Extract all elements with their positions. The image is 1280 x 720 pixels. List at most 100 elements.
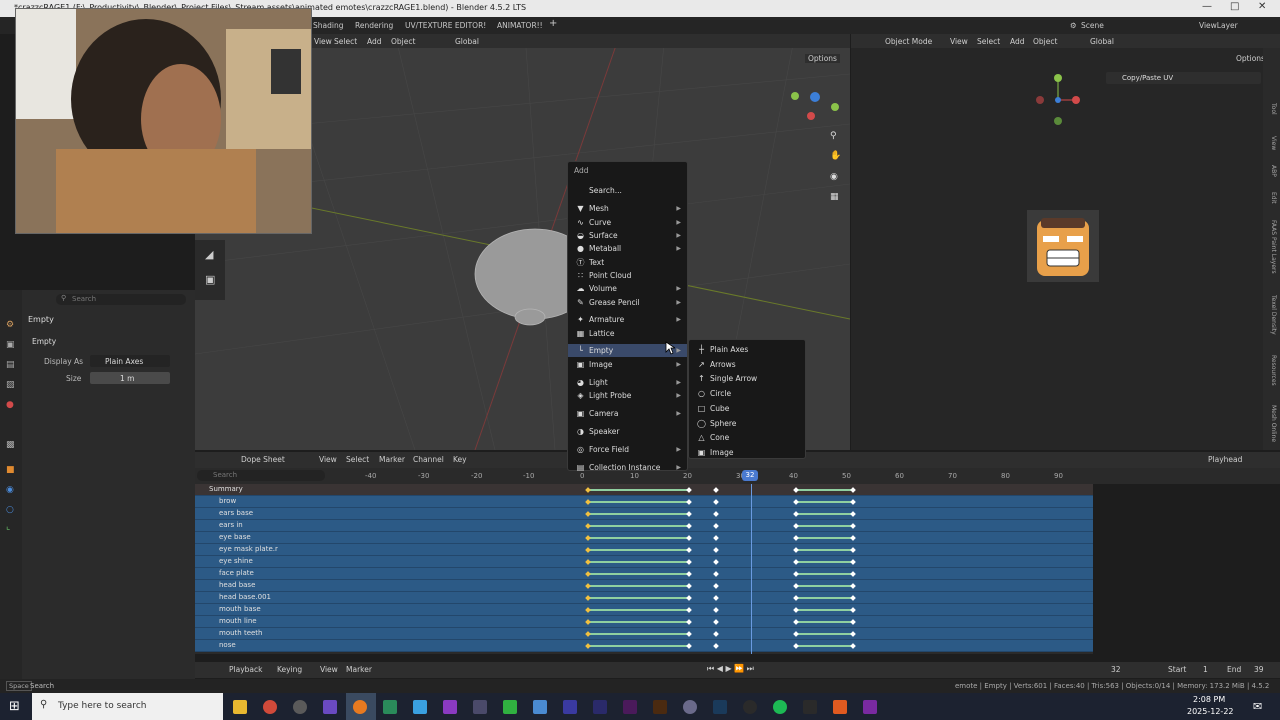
tab-animator[interactable]: ANIMATOR!! <box>497 21 543 30</box>
keyframe[interactable] <box>686 535 692 541</box>
channel-row[interactable]: brow <box>195 496 328 508</box>
keyframe[interactable] <box>686 631 692 637</box>
viewport-object-menu[interactable]: Object <box>391 37 415 46</box>
add-menu-item-curve[interactable]: ∿ Curve ▶ <box>568 216 687 229</box>
track-row[interactable] <box>328 508 1093 520</box>
keyframe[interactable] <box>713 559 719 565</box>
tab-shading[interactable]: Shading <box>313 21 343 30</box>
minimize-icon[interactable]: — <box>1202 1 1212 12</box>
track-row[interactable] <box>328 496 1093 508</box>
windows-start-icon[interactable]: ⊞ <box>9 699 20 714</box>
empty-submenu-item-single-arrow[interactable]: ↑ Single Arrow <box>689 372 805 385</box>
keyframe[interactable] <box>850 523 856 529</box>
empty-submenu-item-arrows[interactable]: ↗ Arrows <box>689 358 805 371</box>
scene-name[interactable]: Scene <box>1081 21 1104 30</box>
maximize-icon[interactable]: □ <box>1230 1 1239 12</box>
keyframe[interactable] <box>713 523 719 529</box>
side-tab-view[interactable]: View <box>1265 136 1277 150</box>
channel-row[interactable]: mouth base <box>195 604 328 616</box>
keyframe[interactable] <box>850 499 856 505</box>
keyframe[interactable] <box>686 583 692 589</box>
keyframe[interactable] <box>686 499 692 505</box>
empty-section-header[interactable]: Empty <box>32 337 56 346</box>
channel-summary[interactable]: Summary <box>195 484 328 496</box>
app-icon[interactable] <box>833 700 847 714</box>
app-icon[interactable] <box>323 700 337 714</box>
size-field[interactable]: 1 m <box>90 372 170 384</box>
keyframe[interactable] <box>850 631 856 637</box>
dope-view-menu[interactable]: View <box>319 455 337 464</box>
track-row[interactable] <box>328 580 1093 592</box>
tab-uv-texture-editor[interactable]: UV/TEXTURE EDITOR! <box>405 21 486 30</box>
empty-submenu-item-image[interactable]: ▣ Image <box>689 446 805 459</box>
add-menu-item-light-probe[interactable]: ◈ Light Probe ▶ <box>568 389 687 402</box>
channel-row[interactable]: mouth line <box>195 616 328 628</box>
keyframe[interactable] <box>850 487 856 493</box>
timeline-marker-menu[interactable]: Marker <box>346 665 372 674</box>
keyframe[interactable] <box>686 487 692 493</box>
empty-submenu-item-cube[interactable]: □ Cube <box>689 402 805 415</box>
keyframe[interactable] <box>686 571 692 577</box>
object-mode-dropdown[interactable]: Object Mode <box>885 37 932 46</box>
measure-tool-icon[interactable]: ◢ <box>205 248 213 261</box>
app-icon[interactable] <box>563 700 577 714</box>
properties-search-input[interactable]: ⚲ Search <box>56 294 186 305</box>
keyframe[interactable] <box>713 499 719 505</box>
channel-row[interactable]: nose <box>195 640 328 652</box>
keyframe[interactable] <box>850 595 856 601</box>
side-tab-tool[interactable]: Tool <box>1265 103 1277 115</box>
dope-marker-menu[interactable]: Marker <box>379 455 405 464</box>
keying-menu[interactable]: Keying <box>277 665 302 674</box>
keyframe[interactable] <box>713 607 719 613</box>
empty-submenu-item-cone[interactable]: △ Cone <box>689 431 805 444</box>
keyframe[interactable] <box>713 535 719 541</box>
add-menu-item-point-cloud[interactable]: ∷ Point Cloud <box>568 269 687 282</box>
track-row[interactable] <box>328 568 1093 580</box>
app-icon[interactable] <box>863 700 877 714</box>
channel-row[interactable]: ears in <box>195 520 328 532</box>
add-menu-item-force-field[interactable]: ◎ Force Field ▶ <box>568 443 687 456</box>
timeline-view-menu[interactable]: View <box>320 665 338 674</box>
physics-icon[interactable]: ◉ <box>6 485 14 495</box>
viewport-orientation[interactable]: Global <box>455 37 479 46</box>
uv-select-menu[interactable]: Select <box>977 37 1000 46</box>
obs-icon[interactable] <box>743 700 757 714</box>
copy-paste-uv-panel[interactable]: Copy/Paste UV <box>1106 72 1261 84</box>
playhead-line[interactable] <box>751 484 752 654</box>
channel-row[interactable]: head base.001 <box>195 592 328 604</box>
playback-menu[interactable]: Playback <box>229 665 262 674</box>
illustrator-icon[interactable] <box>653 700 667 714</box>
add-menu-item-text[interactable]: Ⓣ Text <box>568 256 687 269</box>
add-menu-item-mesh[interactable]: ▼ Mesh ▶ <box>568 202 687 215</box>
display-as-dropdown[interactable]: Plain Axes <box>90 355 170 367</box>
taskbar-search-input[interactable]: ⚲ Type here to search <box>32 693 223 720</box>
steam-icon[interactable] <box>713 700 727 714</box>
add-menu-item-surface[interactable]: ◒ Surface ▶ <box>568 229 687 242</box>
add-menu-item-collection-instance[interactable]: ▤ Collection Instance ▶ <box>568 461 687 474</box>
current-frame-indicator[interactable]: 32 <box>742 470 758 481</box>
add-menu-item-light[interactable]: ◕ Light ▶ <box>568 376 687 389</box>
pan-hand-icon[interactable]: ✋ <box>830 151 841 161</box>
channel-row[interactable]: eye base <box>195 532 328 544</box>
timeline-current-frame[interactable]: 32 <box>1111 665 1121 674</box>
keyframe[interactable] <box>850 547 856 553</box>
side-tab-texel-density[interactable]: Texel Density <box>1265 295 1277 335</box>
end-frame[interactable]: 39 <box>1254 665 1264 674</box>
view-layer-icon[interactable]: ▨ <box>6 380 15 390</box>
track-row[interactable] <box>328 484 1093 496</box>
keyframe[interactable] <box>713 547 719 553</box>
empty-submenu-item-sphere[interactable]: ◯ Sphere <box>689 417 805 430</box>
clock-date[interactable]: 2025-12-22 <box>1187 707 1234 716</box>
track-row[interactable] <box>328 544 1093 556</box>
track-row[interactable] <box>328 604 1093 616</box>
grid-view-icon[interactable]: ▦ <box>830 192 839 202</box>
dope-key-menu[interactable]: Key <box>453 455 467 464</box>
viewport-add-menu[interactable]: Add <box>367 37 382 46</box>
track-row[interactable] <box>328 532 1093 544</box>
empty-submenu-item-circle[interactable]: ○ Circle <box>689 387 805 400</box>
keyframe[interactable] <box>850 643 856 649</box>
keyframe[interactable] <box>686 523 692 529</box>
add-menu-item-grease-pencil[interactable]: ✎ Grease Pencil ▶ <box>568 296 687 309</box>
playhead-dropdown[interactable]: Playhead <box>1208 455 1242 464</box>
uv-view-menu[interactable]: View <box>950 37 968 46</box>
